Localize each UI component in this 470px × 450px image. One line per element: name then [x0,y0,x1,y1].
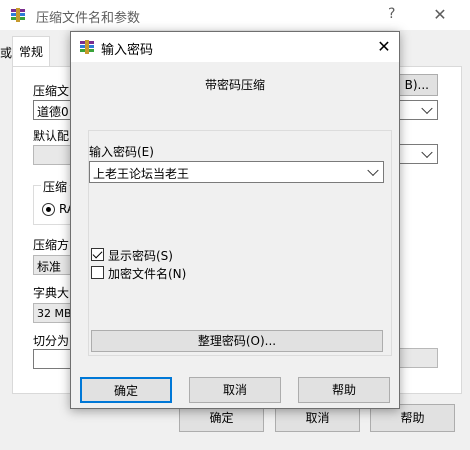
encrypt-filenames-checkbox[interactable] [91,266,104,279]
dialog-help-label: 帮助 [331,383,356,397]
password-dialog: 输入密码 ✕ 带密码压缩 输入密码(E) 上老王论坛当老王 显示密码(S) 加密… [70,31,400,409]
winrar-app-icon [10,7,26,23]
label-compress-method: 压缩方 [33,238,70,252]
bg-title-bar: 压缩文件名和参数 ? ✕ [0,0,470,30]
chevron-down-icon [367,164,379,177]
label-dict-size: 字典大 [33,286,70,300]
dialog-ok-button[interactable]: 确定 [80,377,172,403]
password-input[interactable]: 上老王论坛当老王 [89,161,384,183]
encrypt-filenames-label: 加密文件名(N) [108,267,187,281]
dialog-title: 输入密码 [101,43,154,58]
chevron-down-icon [421,146,433,159]
show-password-checkbox[interactable] [91,248,104,261]
compress-method-value: 标准 [37,260,62,274]
password-label: 输入密码(E) [89,145,154,159]
bg-cancel-label: 取消 [305,411,330,425]
format-radio-rar[interactable] [42,203,55,216]
browse-button-label: B)... [404,78,429,92]
archive-name-value: 道德0 [37,105,69,119]
organize-passwords-label: 整理密码(O)... [197,334,277,348]
archive-name-combo[interactable]: 道德0 [33,100,73,120]
dict-size-value: 32 MB [37,307,72,320]
dialog-help-button[interactable]: 帮助 [298,377,390,403]
tab-general[interactable]: 常规 [12,36,51,67]
label-archive-name: 压缩文 [33,84,70,98]
winrar-dialog-icon [79,39,95,55]
bg-help-label: 帮助 [400,411,425,425]
dict-size-select[interactable]: 32 MB [33,303,73,323]
chevron-down-icon [421,102,433,115]
profile-button[interactable] [33,145,73,165]
bg-help-icon[interactable]: ? [388,6,395,22]
dialog-heading: 带密码压缩 [204,78,265,92]
split-volumes-input[interactable] [33,349,73,369]
dialog-cancel-label: 取消 [222,383,247,397]
format-group-label: 压缩 [41,178,70,195]
organize-passwords-button[interactable]: 整理密码(O)... [91,330,383,352]
bg-window-title: 压缩文件名和参数 [36,11,141,26]
password-value: 上老王论坛当老王 [93,167,190,181]
label-split-volumes: 切分为 [33,334,70,348]
compress-method-select[interactable]: 标准 [33,255,73,275]
label-default-profile: 默认配 [33,129,70,143]
show-password-label: 显示密码(S) [108,249,173,263]
dialog-close-icon[interactable]: ✕ [369,32,399,62]
dialog-cancel-button[interactable]: 取消 [189,377,281,403]
dialog-ok-label: 确定 [113,384,138,398]
dialog-title-bar: 输入密码 ✕ [71,32,399,62]
bg-close-icon[interactable]: ✕ [425,0,455,30]
password-group: 输入密码(E) 上老王论坛当老王 显示密码(S) 加密文件名(N) 整理密码(O… [88,130,392,356]
bg-ok-label: 确定 [209,411,234,425]
